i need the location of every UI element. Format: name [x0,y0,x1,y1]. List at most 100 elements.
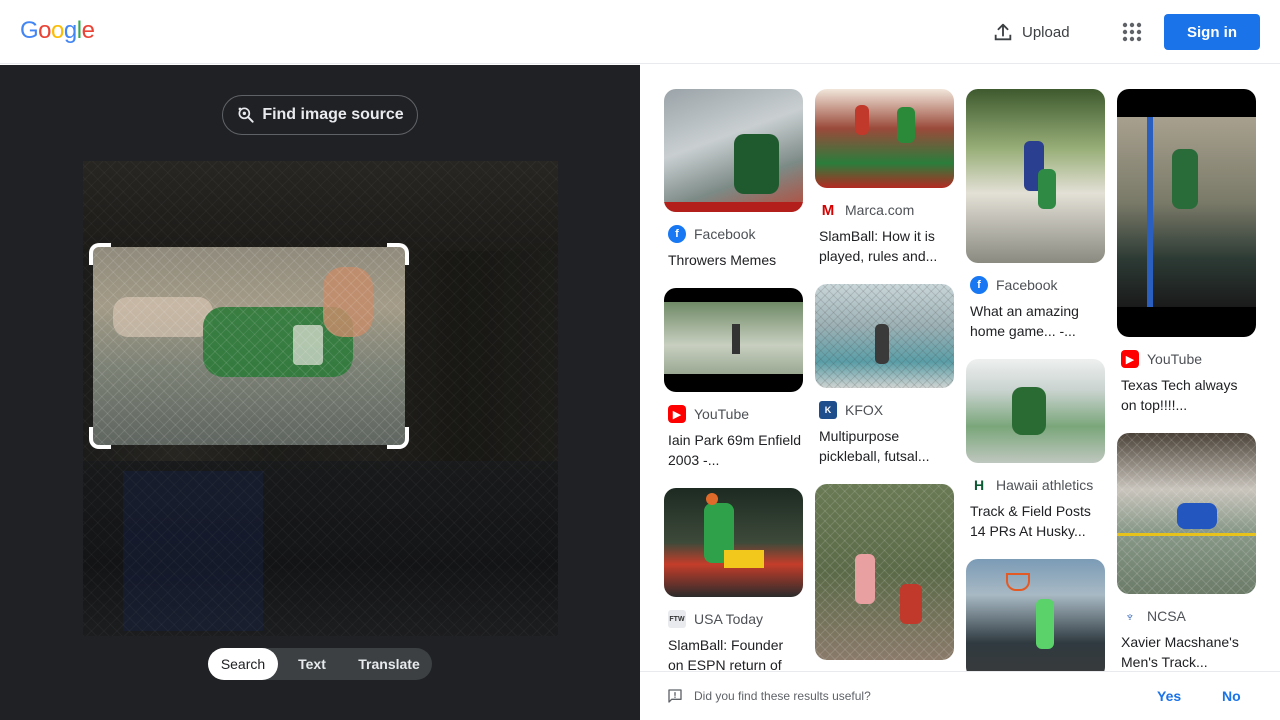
result-source-label: Facebook [694,226,756,242]
crop-handle-top-left[interactable] [89,243,111,265]
result-title[interactable]: Iain Park 69m Enfield 2003 -... [668,430,802,470]
sign-in-button[interactable]: Sign in [1164,14,1260,50]
crop-fence-texture [93,247,405,445]
result-title[interactable]: Multipurpose pickleball, futsal... [819,426,953,466]
result-source-label: Marca.com [845,202,915,218]
result-card[interactable]: K KFOX Multipurpose pickleball, futsal..… [815,284,954,466]
thumb-hoop [1006,573,1030,591]
thumb-scene [1117,117,1256,307]
result-source: f Facebook [668,224,803,244]
selected-crop-region[interactable] [93,247,405,445]
result-title[interactable]: Xavier Macshane's Men's Track... [1121,632,1255,671]
result-title[interactable]: Track & Field Posts 14 PRs At Husky... [970,501,1104,541]
apps-grid-icon[interactable] [1120,20,1144,44]
logo-letter: e [81,17,95,44]
result-card[interactable]: FTW USA Today SlamBall: Founder on ESPN … [664,488,803,671]
result-title[interactable]: What an amazing home game... -... [970,301,1104,341]
result-source: ♆ NCSA [1121,606,1256,626]
thumb-ball [706,493,718,505]
feedback-no-button[interactable]: No [1222,688,1241,704]
youtube-icon: ▶ [1121,350,1139,368]
result-title[interactable]: SlamBall: How it is played, rules and... [819,226,953,266]
result-source: f Facebook [970,275,1105,295]
result-source: FTW USA Today [668,609,803,629]
ncsa-icon: ♆ [1121,607,1139,625]
logo-letter: G [20,17,39,44]
feedback-question: Did you find these results useful? [694,689,871,703]
thumb-figure [732,324,740,354]
top-header: Google Upload Sign in [0,0,1280,64]
results-column: M Marca.com SlamBall: How it is played, … [815,89,954,671]
facebook-icon: f [668,225,686,243]
result-source-label: KFOX [845,402,884,418]
result-card[interactable]: H Hawaii athletics Track & Field Posts 1… [966,359,1105,541]
result-card[interactable]: ♆ NCSA Xavier Macshane's Men's Track... [1117,433,1256,671]
crop-handle-top-right[interactable] [387,243,409,265]
visual-matches-grid: f Facebook Throwers Memes ▶ YouTube Iain… [640,65,1280,671]
result-source-label: YouTube [694,406,750,422]
logo-letter: o [51,17,64,44]
result-thumbnail[interactable] [664,288,803,392]
thumb-bar [1117,533,1256,536]
thumb-pole [1147,117,1153,307]
result-thumbnail[interactable] [664,488,803,597]
result-card[interactable]: ▶ YouTube Texas Tech always on top!!!!..… [1117,89,1256,415]
crop-handle-bottom-right[interactable] [387,427,409,449]
thumb-figure [1177,503,1217,529]
find-image-source-button[interactable]: Find image source [222,95,418,135]
thumb-figure [1036,599,1054,649]
result-thumbnail[interactable] [966,559,1105,671]
result-card[interactable]: M Marca.com SlamBall: How it is played, … [815,89,954,266]
result-thumbnail[interactable] [815,89,954,188]
crop-handle-bottom-left[interactable] [89,427,111,449]
mode-search-tab[interactable]: Search [208,648,278,680]
upload-button[interactable]: Upload [992,20,1070,44]
lens-image-panel: Find image source Search Text Translate [0,65,640,720]
result-thumbnail[interactable] [1117,89,1256,337]
feedback-bar: Did you find these results useful? Yes N… [640,671,1280,720]
thumb-figure [855,554,875,604]
lens-search-icon [238,107,254,123]
thumb-sign [724,550,764,568]
result-card[interactable] [966,559,1105,671]
thumb-figure [734,134,779,194]
upload-label: Upload [1022,23,1070,41]
mode-translate-tab[interactable]: Translate [346,648,432,680]
result-card[interactable]: f Facebook What an amazing home game... … [966,89,1105,341]
feedback-yes-button[interactable]: Yes [1157,688,1181,704]
result-thumbnail[interactable] [815,484,954,660]
ftw-icon: FTW [668,610,686,628]
result-source-label: Facebook [996,277,1058,293]
results-column: f Facebook Throwers Memes ▶ YouTube Iain… [664,89,803,671]
result-thumbnail[interactable] [815,284,954,388]
result-card[interactable]: ▶ YouTube Iain Park 69m Enfield 2003 -..… [664,288,803,470]
kfox-icon: K [819,401,837,419]
thumb-figure [1172,149,1198,209]
results-column: ▶ YouTube Texas Tech always on top!!!!..… [1117,89,1256,671]
result-title[interactable]: Texas Tech always on top!!!!... [1121,375,1255,415]
result-thumbnail[interactable] [1117,433,1256,594]
result-thumbnail[interactable] [966,359,1105,463]
feedback-icon [668,689,682,703]
result-source-label: NCSA [1147,608,1186,624]
logo-letter: o [38,17,52,44]
mode-switcher: Search Text Translate [208,648,432,680]
logo-letter: g [63,17,77,44]
result-source: ▶ YouTube [668,404,803,424]
thumb-figure [855,105,869,135]
result-thumbnail[interactable] [966,89,1105,263]
result-card[interactable]: f Facebook Throwers Memes [664,89,803,270]
mode-text-tab[interactable]: Text [278,648,346,680]
google-logo[interactable]: Google [20,17,95,45]
youtube-icon: ▶ [668,405,686,423]
result-source-label: YouTube [1147,351,1203,367]
result-source-label: Hawaii athletics [996,477,1094,493]
thumb-banner [664,202,803,212]
results-column: f Facebook What an amazing home game... … [966,89,1105,671]
result-thumbnail[interactable] [664,89,803,212]
thumb-figure [875,324,889,364]
result-title[interactable]: SlamBall: Founder on ESPN return of [668,635,802,671]
thumb-figure [1038,169,1056,209]
result-card[interactable] [815,484,954,660]
result-title[interactable]: Throwers Memes [668,250,802,270]
